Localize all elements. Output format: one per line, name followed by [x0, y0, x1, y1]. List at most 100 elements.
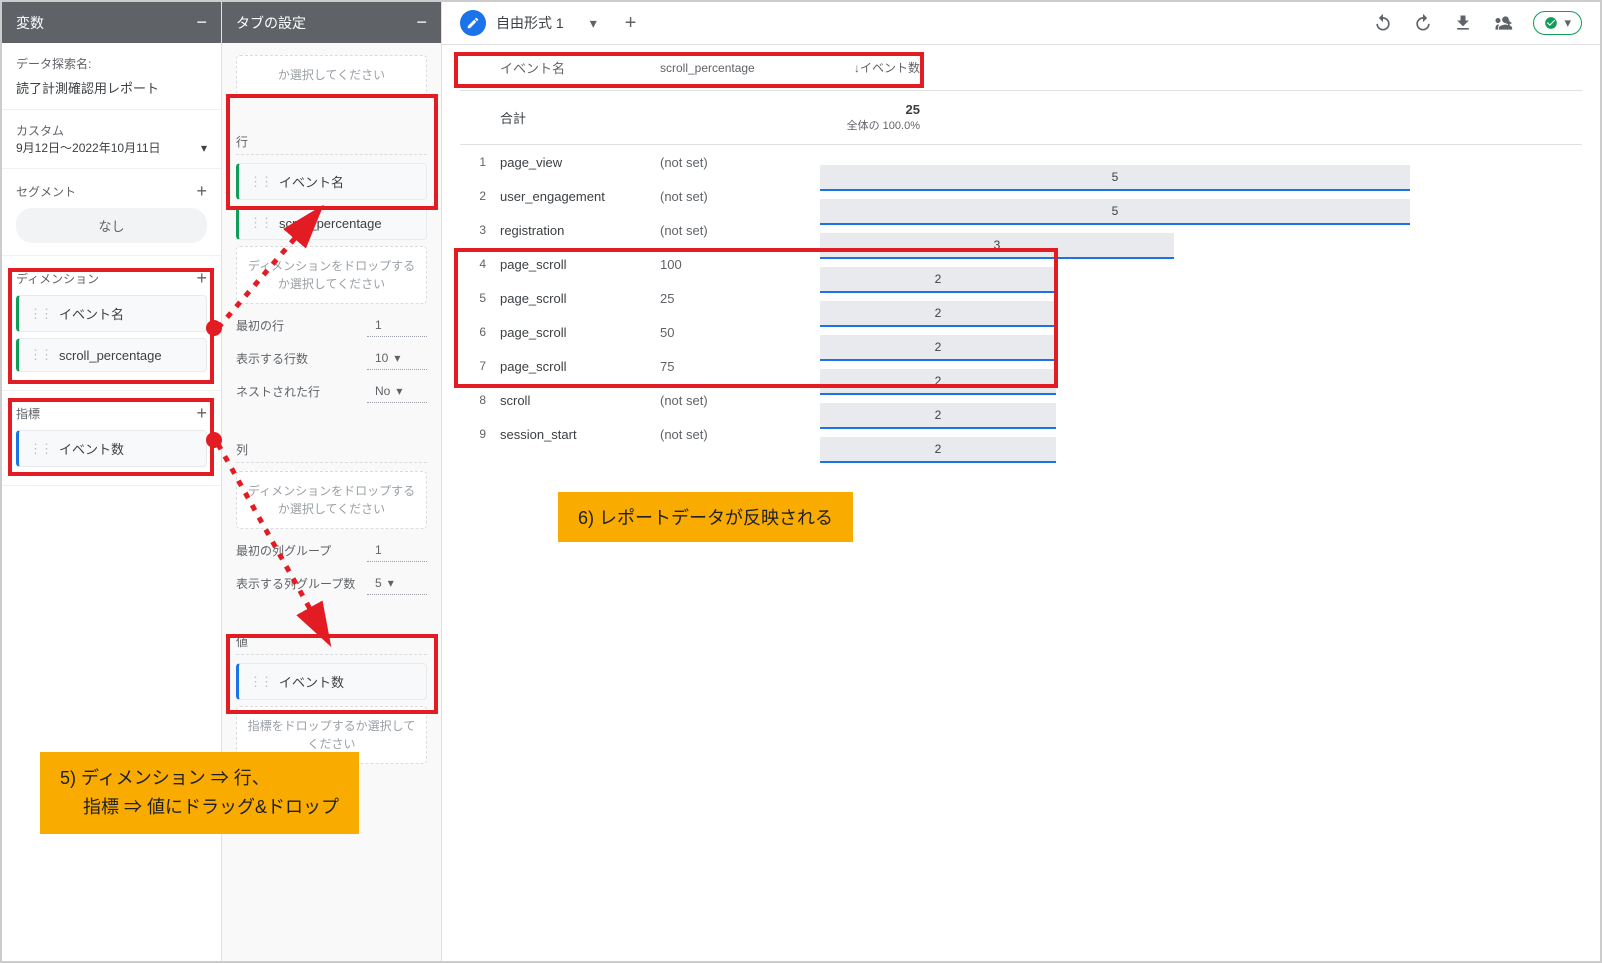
row-index: 5: [460, 291, 500, 305]
dropzone-rows[interactable]: ディメンションをドロップするか選択してください: [236, 246, 427, 304]
chip-label: scroll_percentage: [279, 216, 382, 231]
chip-label: イベント名: [59, 304, 124, 323]
redo-icon: [1413, 13, 1433, 33]
redo-button[interactable]: [1413, 13, 1433, 33]
chevron-down-icon: ▾: [201, 141, 207, 155]
panel-header-tab-settings[interactable]: タブの設定 −: [222, 2, 441, 43]
add-dimension-button[interactable]: +: [196, 268, 207, 289]
dropzone-viz[interactable]: か選択してください: [236, 55, 427, 95]
row-index: 8: [460, 393, 500, 407]
segment-none-chip[interactable]: なし: [16, 208, 207, 243]
chip-label: イベント数: [59, 439, 124, 458]
collapse-icon[interactable]: −: [416, 12, 427, 33]
row-index: 3: [460, 223, 500, 237]
chip-label: イベント数: [279, 672, 344, 691]
date-range-value: 9月12日～2022年10月11日: [16, 139, 161, 156]
add-metric-button[interactable]: +: [196, 403, 207, 424]
row-bar: 5: [820, 199, 1410, 225]
cols-section-title: 列: [236, 441, 427, 463]
show-rows-dropdown[interactable]: 10▾: [367, 347, 427, 370]
row-bar: 2: [820, 267, 1056, 293]
row-bar: 2: [820, 437, 1056, 463]
annotation-callout-5: 5) ディメンション ⇒ 行、 指標 ⇒ 値にドラッグ&ドロップ: [40, 752, 359, 834]
row-bar: 2: [820, 301, 1056, 327]
edit-tab-button[interactable]: [460, 10, 486, 36]
row-scroll-pct: 50: [660, 325, 820, 340]
panel-title: 変数: [16, 13, 44, 33]
total-value: 25: [820, 102, 920, 117]
show-rows-label: 表示する行数: [236, 350, 308, 367]
chevron-down-icon: ▾: [1564, 15, 1571, 31]
drag-handle-icon: ⋮⋮: [249, 215, 271, 231]
col-event-count[interactable]: ↓イベント数: [820, 59, 920, 76]
add-segment-button[interactable]: +: [196, 181, 207, 202]
drag-handle-icon: ⋮⋮: [249, 674, 271, 690]
table-header: イベント名 scroll_percentage ↓イベント数: [460, 45, 1582, 91]
share-user-icon: [1493, 13, 1513, 33]
annotation-callout-6: 6) レポートデータが反映される: [558, 492, 853, 542]
drag-handle-icon: ⋮⋮: [29, 306, 51, 322]
dimension-chip[interactable]: ⋮⋮ イベント名: [16, 295, 207, 332]
value-chip[interactable]: ⋮⋮ イベント数: [236, 663, 427, 700]
total-pct: 全体の 100.0%: [820, 117, 920, 133]
nested-rows-dropdown[interactable]: No▾: [367, 380, 427, 403]
row-chip[interactable]: ⋮⋮ イベント名: [236, 163, 427, 200]
show-col-groups-dropdown[interactable]: 5▾: [367, 572, 427, 595]
explore-name-value[interactable]: 読了計測確認用レポート: [16, 78, 207, 97]
row-scroll-pct: (not set): [660, 155, 820, 170]
drag-handle-icon: ⋮⋮: [249, 174, 271, 190]
date-preset: カスタム: [16, 122, 207, 139]
dropzone-cols[interactable]: ディメンションをドロップするか選択してください: [236, 471, 427, 529]
row-event-name: page_scroll: [500, 325, 660, 340]
segments-label: セグメント: [16, 183, 76, 200]
row-index: 9: [460, 427, 500, 441]
status-ready[interactable]: ▾: [1533, 11, 1582, 35]
row-scroll-pct: 75: [660, 359, 820, 374]
row-event-name: user_engagement: [500, 189, 660, 204]
col-event-name[interactable]: イベント名: [500, 58, 660, 77]
metric-chip[interactable]: ⋮⋮イベント数: [16, 430, 207, 467]
row-bar: 5: [820, 165, 1410, 191]
undo-icon: [1373, 13, 1393, 33]
table-total-row: 合計 25全体の 100.0%: [460, 91, 1582, 145]
table-row[interactable]: 1page_view(not set)5: [460, 145, 1582, 179]
collapse-icon[interactable]: −: [196, 12, 207, 33]
download-button[interactable]: [1453, 13, 1473, 33]
row-bar: 2: [820, 403, 1056, 429]
add-tab-button[interactable]: +: [625, 12, 637, 35]
first-row-value[interactable]: 1: [367, 314, 427, 337]
download-icon: [1453, 13, 1473, 33]
first-row-label: 最初の行: [236, 317, 284, 334]
col-scroll-pct[interactable]: scroll_percentage: [660, 61, 820, 75]
row-event-name: scroll: [500, 393, 660, 408]
metrics-label: 指標: [16, 405, 40, 422]
row-bar: 2: [820, 369, 1056, 395]
row-event-name: page_scroll: [500, 257, 660, 272]
date-range-picker[interactable]: 9月12日～2022年10月11日 ▾: [16, 139, 207, 156]
row-chip[interactable]: ⋮⋮ scroll_percentage: [236, 206, 427, 240]
tab-freeform[interactable]: 自由形式 1 ▾: [496, 13, 597, 33]
chevron-down-icon: ▾: [388, 576, 394, 590]
row-index: 7: [460, 359, 500, 373]
first-col-group-value[interactable]: 1: [367, 539, 427, 562]
row-bar: 3: [820, 233, 1174, 259]
row-index: 4: [460, 257, 500, 271]
panel-header-variables[interactable]: 変数 −: [2, 2, 221, 43]
undo-button[interactable]: [1373, 13, 1393, 33]
chip-label: イベント名: [279, 172, 344, 191]
chevron-down-icon: ▾: [394, 351, 400, 365]
share-button[interactable]: [1493, 13, 1513, 33]
check-circle-icon: [1544, 16, 1558, 30]
annotation-dot: [206, 432, 222, 448]
dimension-chip[interactable]: ⋮⋮scroll_percentage: [16, 338, 207, 372]
row-event-name: page_scroll: [500, 291, 660, 306]
row-event-name: registration: [500, 223, 660, 238]
tab-name-label: 自由形式 1: [496, 13, 564, 33]
total-label: 合計: [500, 108, 660, 127]
row-scroll-pct: 100: [660, 257, 820, 272]
chevron-down-icon: ▾: [396, 384, 402, 398]
row-bar: 2: [820, 335, 1056, 361]
row-index: 6: [460, 325, 500, 339]
row-index: 2: [460, 189, 500, 203]
values-section-title: 値: [236, 633, 427, 655]
